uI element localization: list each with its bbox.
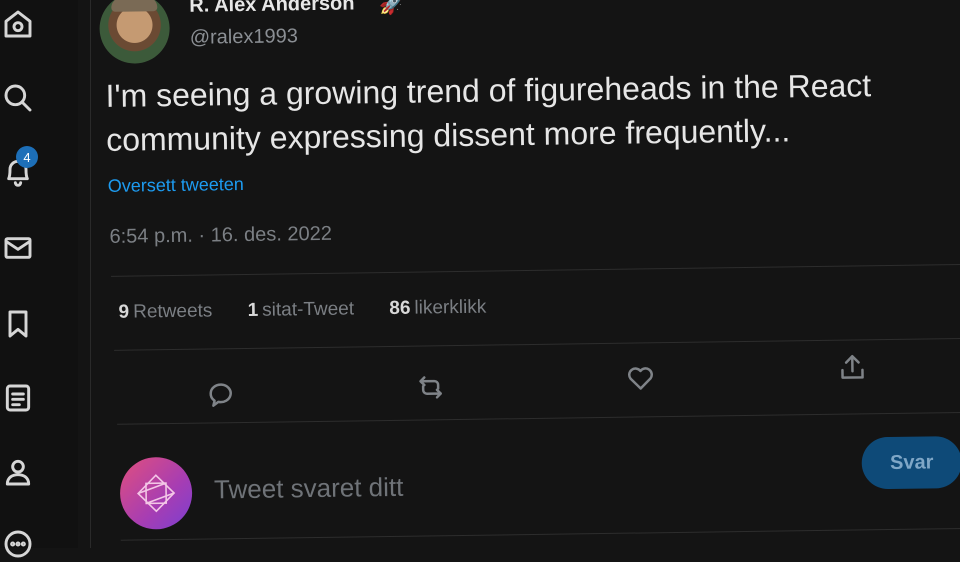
- tweet-text: I'm seeing a growing trend of figurehead…: [105, 67, 872, 158]
- user-avatar[interactable]: [119, 456, 193, 530]
- author-name[interactable]: R. Alex Anderson: [189, 0, 355, 18]
- likes-stat[interactable]: 86 likerklikk: [389, 297, 486, 320]
- likes-label: likerklikk: [414, 296, 487, 319]
- retweets-label: Retweets: [132, 300, 213, 323]
- retweet-icon[interactable]: [410, 367, 451, 408]
- divider: [111, 263, 960, 277]
- divider: [117, 411, 960, 425]
- translate-link[interactable]: Oversett tweeten: [108, 174, 244, 197]
- rocket-icon: 🚀: [379, 0, 405, 17]
- quotes-stat[interactable]: 1 sitat-Tweet: [247, 298, 354, 321]
- reply-button[interactable]: Svar: [861, 435, 960, 490]
- author-handle[interactable]: @ralex1993: [190, 25, 298, 50]
- author-avatar[interactable]: [99, 0, 171, 64]
- quotes-label: sitat-Tweet: [262, 298, 355, 321]
- tweet-detail: R. Alex Anderson 🚀 @ralex1993 I'm seeing…: [0, 0, 960, 549]
- reply-input[interactable]: [211, 460, 817, 511]
- likes-count: 86: [389, 297, 411, 319]
- divider: [120, 527, 960, 541]
- quotes-count: 1: [247, 299, 259, 321]
- tweet-stats: 9 Retweets 1 sitat-Tweet 86 likerklikk: [118, 296, 516, 324]
- retweets-count: 9: [118, 301, 130, 323]
- reply-icon[interactable]: [200, 374, 241, 415]
- tweet-timestamp[interactable]: 6:54 p.m. · 16. des. 2022: [109, 223, 332, 249]
- share-icon[interactable]: [832, 347, 873, 388]
- like-icon[interactable]: [620, 358, 661, 399]
- retweets-stat[interactable]: 9 Retweets: [118, 300, 212, 323]
